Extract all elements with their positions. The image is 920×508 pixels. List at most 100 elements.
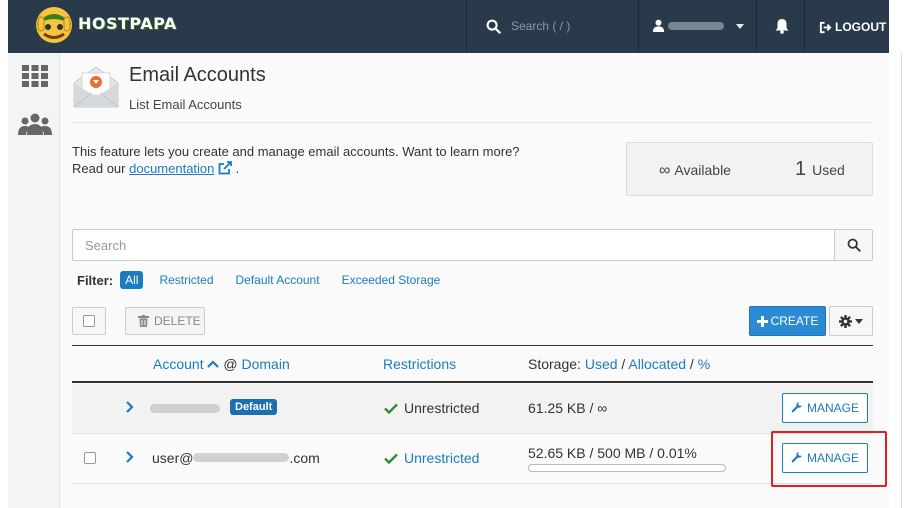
storage-allocated-sort-link[interactable]: Allocated <box>628 356 686 372</box>
delete-button[interactable]: DELETE <box>125 307 205 335</box>
papa-mascot-icon <box>36 7 72 43</box>
filter-default-account[interactable]: Default Account <box>236 273 320 287</box>
restriction-link[interactable]: Unrestricted <box>404 450 479 466</box>
used-stat: 1 Used <box>795 158 845 181</box>
storage-separator: / <box>689 356 694 372</box>
create-button[interactable]: CREATE <box>749 306 826 336</box>
account-search-input[interactable] <box>73 230 835 260</box>
storage-used-sort-link[interactable]: Used <box>585 356 618 372</box>
navbar-divider <box>466 0 467 53</box>
used-label: Used <box>812 162 845 178</box>
left-sidebar <box>8 53 60 508</box>
apps-grid-icon[interactable] <box>22 65 48 87</box>
chevron-right-icon[interactable] <box>125 401 134 413</box>
page-subtitle: List Email Accounts <box>129 97 242 112</box>
account-prefix: user@ <box>152 450 194 466</box>
logout-label: LOGOUT <box>835 20 887 34</box>
account-address: user@ .com <box>152 450 320 466</box>
delete-label: DELETE <box>154 314 201 328</box>
global-search-placeholder: Search ( / ) <box>511 19 571 33</box>
header-divider <box>72 122 873 123</box>
manage-button[interactable]: MANAGE <box>782 443 868 473</box>
account-suffix: .com <box>289 450 320 466</box>
accounts-table-header: Account @ Domain Restrictions Storage: U… <box>72 345 873 383</box>
check-icon <box>384 453 398 464</box>
sort-asc-icon[interactable] <box>207 360 220 368</box>
external-link-icon[interactable] <box>218 161 232 175</box>
filter-all[interactable]: All <box>120 271 144 289</box>
infinity-symbol: ∞ <box>659 162 671 179</box>
logout-button[interactable]: LOGOUT <box>819 18 886 36</box>
account-domain-column[interactable]: Account @ Domain <box>153 356 290 372</box>
available-stat: ∞ Available <box>659 162 731 180</box>
user-menu[interactable] <box>644 0 754 53</box>
storage-column: Storage: Used / Allocated / % <box>528 356 710 372</box>
users-group-icon[interactable] <box>18 113 52 135</box>
navbar-divider <box>638 0 639 53</box>
hostpapa-logo[interactable]: HOSTPAPA <box>30 3 176 47</box>
navbar-divider <box>804 0 805 53</box>
storage-usage-bar <box>528 464 726 472</box>
filter-exceeded-storage[interactable]: Exceeded Storage <box>342 273 441 287</box>
email-envelope-icon <box>73 66 119 108</box>
storage-prefix: Storage: <box>528 356 581 372</box>
storage-percent-sort-link[interactable]: % <box>698 356 710 372</box>
search-icon <box>486 19 501 34</box>
page-edge <box>901 53 902 508</box>
create-label: CREATE <box>770 314 819 328</box>
intro-line-2: Read our documentation . <box>72 160 592 177</box>
logout-icon <box>819 21 832 33</box>
at-symbol: @ <box>223 356 238 372</box>
manage-label: MANAGE <box>806 401 859 415</box>
storage-separator: / <box>621 356 626 372</box>
wrench-icon <box>791 452 802 463</box>
manage-button[interactable]: MANAGE <box>782 393 868 423</box>
table-row: user@ .com Unrestricted 52.65 KB / 500 MB… <box>72 434 873 484</box>
global-search[interactable]: Search ( / ) <box>474 0 638 53</box>
select-all-checkbox[interactable] <box>83 315 95 327</box>
documentation-link[interactable]: documentation <box>129 161 214 176</box>
manage-label: MANAGE <box>806 451 859 465</box>
check-icon <box>384 403 398 414</box>
filter-label: Filter: <box>77 272 114 288</box>
intro-text: This feature lets you create and manage … <box>72 143 592 177</box>
restrictions-column[interactable]: Restrictions <box>383 356 456 372</box>
account-name-redacted <box>150 404 220 413</box>
domain-redacted <box>193 453 290 462</box>
caret-down-icon <box>855 318 863 324</box>
gear-icon <box>839 314 852 328</box>
filter-restricted[interactable]: Restricted <box>159 273 213 287</box>
bell-icon[interactable] <box>774 18 790 34</box>
wrench-icon <box>791 402 802 413</box>
brand-name: HOSTPAPA <box>78 14 177 33</box>
restriction-label: Unrestricted <box>404 400 480 416</box>
intro-line-1: This feature lets you create and manage … <box>72 144 520 159</box>
filter-bar: Filter: All Restricted Default Account E… <box>77 270 462 290</box>
navbar-divider <box>756 0 757 53</box>
table-row: Default Unrestricted 61.25 KB / ∞ MANAGE <box>72 384 873 434</box>
user-icon <box>652 19 665 32</box>
settings-dropdown-button[interactable] <box>829 306 873 336</box>
used-count: 1 <box>795 158 807 180</box>
restriction-status: Unrestricted <box>384 400 479 416</box>
username-redacted <box>668 22 724 30</box>
domain-sort-link[interactable]: Domain <box>241 356 289 372</box>
account-sort-link[interactable]: Account <box>153 356 204 372</box>
default-badge: Default <box>230 399 278 415</box>
top-navbar: HOSTPAPA Search ( / ) LOGOUT <box>8 0 889 53</box>
available-label: Available <box>674 162 731 178</box>
caret-down-icon <box>736 24 744 29</box>
account-search <box>72 229 873 261</box>
intro-prefix: Read our <box>72 161 126 176</box>
intro-suffix: . <box>235 161 240 176</box>
account-search-button[interactable] <box>834 230 872 260</box>
storage-value: 52.65 KB / 500 MB / 0.01% <box>528 445 697 461</box>
chevron-right-icon[interactable] <box>125 451 134 463</box>
select-all-button[interactable] <box>72 307 106 335</box>
account-stats-panel: ∞ Available 1 Used <box>626 142 873 196</box>
trash-icon <box>138 315 149 327</box>
restriction-status[interactable]: Unrestricted <box>384 450 479 466</box>
plus-icon <box>756 315 768 327</box>
storage-value: 61.25 KB / ∞ <box>528 400 608 416</box>
row-checkbox[interactable] <box>84 452 96 464</box>
